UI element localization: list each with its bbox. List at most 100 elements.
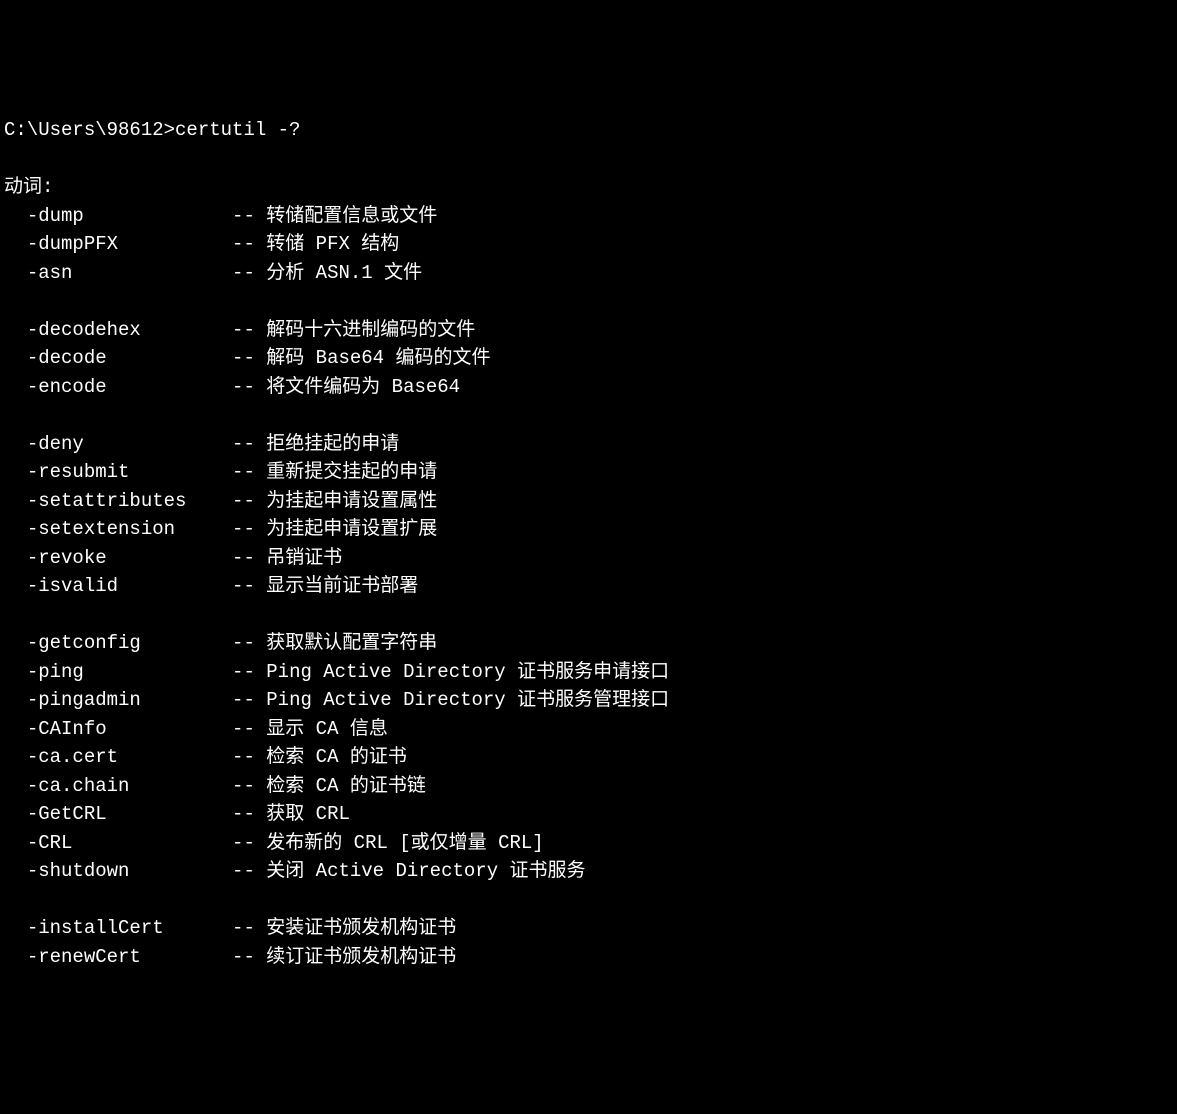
verb-separator: -- (232, 917, 266, 939)
verb-separator: -- (232, 718, 266, 740)
verb-separator: -- (232, 233, 266, 255)
verb-entry: -CRL -- 发布新的 CRL [或仅增量 CRL] (4, 829, 1173, 858)
verb-flag: -setextension (27, 518, 232, 540)
verb-entry: -deny -- 拒绝挂起的申请 (4, 430, 1173, 459)
verb-flag: -revoke (27, 547, 232, 569)
verb-separator: -- (232, 347, 266, 369)
terminal-output[interactable]: C:\Users\98612>certutil -? 动词: -dump -- … (4, 116, 1173, 971)
verb-flag: -CAInfo (27, 718, 232, 740)
verb-description: 显示当前证书部署 (266, 575, 418, 597)
verb-entry: -renewCert -- 续订证书颁发机构证书 (4, 943, 1173, 972)
verb-flag: -GetCRL (27, 803, 232, 825)
verb-flag: -dumpPFX (27, 233, 232, 255)
verb-description: 检索 CA 的证书链 (266, 775, 426, 797)
verb-entry: -asn -- 分析 ASN.1 文件 (4, 259, 1173, 288)
verb-description: 转储配置信息或文件 (266, 205, 437, 227)
verb-separator: -- (232, 946, 266, 968)
verb-description: 吊销证书 (266, 547, 342, 569)
verb-separator: -- (232, 661, 266, 683)
verb-flag: -resubmit (27, 461, 232, 483)
verb-separator: -- (232, 319, 266, 341)
blank-line (4, 601, 1173, 630)
verb-separator: -- (232, 461, 266, 483)
verb-description: 续订证书颁发机构证书 (266, 946, 456, 968)
verb-flag: -isvalid (27, 575, 232, 597)
verb-flag: -decode (27, 347, 232, 369)
verb-entry: -GetCRL -- 获取 CRL (4, 800, 1173, 829)
verb-flag: -asn (27, 262, 232, 284)
verb-entry: -isvalid -- 显示当前证书部署 (4, 572, 1173, 601)
verb-entry: -getconfig -- 获取默认配置字符串 (4, 629, 1173, 658)
verb-description: 显示 CA 信息 (266, 718, 388, 740)
verb-separator: -- (232, 547, 266, 569)
verb-description: 为挂起申请设置属性 (266, 490, 437, 512)
verb-entry: -setattributes -- 为挂起申请设置属性 (4, 487, 1173, 516)
verb-flag: -shutdown (27, 860, 232, 882)
verb-entry: -ping -- Ping Active Directory 证书服务申请接口 (4, 658, 1173, 687)
prompt-command: certutil -? (175, 119, 300, 141)
verb-description: 解码 Base64 编码的文件 (266, 347, 490, 369)
verb-description: 安装证书颁发机构证书 (266, 917, 456, 939)
verb-separator: -- (232, 575, 266, 597)
verb-separator: -- (232, 803, 266, 825)
verb-description: 为挂起申请设置扩展 (266, 518, 437, 540)
verb-description: 解码十六进制编码的文件 (266, 319, 475, 341)
verb-description: 检索 CA 的证书 (266, 746, 407, 768)
verb-separator: -- (232, 376, 266, 398)
blank-line (4, 401, 1173, 430)
verb-separator: -- (232, 262, 266, 284)
verb-flag: -ping (27, 661, 232, 683)
verb-separator: -- (232, 632, 266, 654)
verb-separator: -- (232, 860, 266, 882)
verb-separator: -- (232, 832, 266, 854)
verb-description: 转储 PFX 结构 (266, 233, 399, 255)
command-prompt-line: C:\Users\98612>certutil -? (4, 116, 1173, 145)
verb-flag: -setattributes (27, 490, 232, 512)
verb-description: Ping Active Directory 证书服务申请接口 (266, 661, 669, 683)
verb-description: 将文件编码为 Base64 (266, 376, 460, 398)
verb-flag: -installCert (27, 917, 232, 939)
prompt-path: C:\Users\98612> (4, 119, 175, 141)
verb-entry: -decode -- 解码 Base64 编码的文件 (4, 344, 1173, 373)
verb-separator: -- (232, 490, 266, 512)
verb-description: Ping Active Directory 证书服务管理接口 (266, 689, 669, 711)
verb-flag: -encode (27, 376, 232, 398)
verb-entry: -resubmit -- 重新提交挂起的申请 (4, 458, 1173, 487)
verb-description: 发布新的 CRL [或仅增量 CRL] (266, 832, 543, 854)
verb-separator: -- (232, 205, 266, 227)
blank-line (4, 287, 1173, 316)
verb-flag: -ca.cert (27, 746, 232, 768)
verb-entry: -shutdown -- 关闭 Active Directory 证书服务 (4, 857, 1173, 886)
verb-separator: -- (232, 689, 266, 711)
verb-entry: -revoke -- 吊销证书 (4, 544, 1173, 573)
verb-flag: -renewCert (27, 946, 232, 968)
verb-entry: -encode -- 将文件编码为 Base64 (4, 373, 1173, 402)
verb-entry: -dumpPFX -- 转储 PFX 结构 (4, 230, 1173, 259)
verb-description: 分析 ASN.1 文件 (266, 262, 422, 284)
verb-separator: -- (232, 775, 266, 797)
verb-entry: -ca.cert -- 检索 CA 的证书 (4, 743, 1173, 772)
verb-entry: -pingadmin -- Ping Active Directory 证书服务… (4, 686, 1173, 715)
verb-entry: -setextension -- 为挂起申请设置扩展 (4, 515, 1173, 544)
verb-flag: -pingadmin (27, 689, 232, 711)
verb-flag: -dump (27, 205, 232, 227)
verb-flag: -ca.chain (27, 775, 232, 797)
verb-entry: -dump -- 转储配置信息或文件 (4, 202, 1173, 231)
verb-description: 关闭 Active Directory 证书服务 (266, 860, 585, 882)
blank-line (4, 886, 1173, 915)
verb-separator: -- (232, 518, 266, 540)
verb-flag: -deny (27, 433, 232, 455)
verb-entry: -ca.chain -- 检索 CA 的证书链 (4, 772, 1173, 801)
verb-flag: -getconfig (27, 632, 232, 654)
verb-entry: -installCert -- 安装证书颁发机构证书 (4, 914, 1173, 943)
verb-description: 获取默认配置字符串 (266, 632, 437, 654)
verb-description: 获取 CRL (266, 803, 350, 825)
verb-entry: -CAInfo -- 显示 CA 信息 (4, 715, 1173, 744)
verb-separator: -- (232, 433, 266, 455)
verb-description: 拒绝挂起的申请 (266, 433, 399, 455)
verb-separator: -- (232, 746, 266, 768)
verb-flag: -decodehex (27, 319, 232, 341)
verb-entry: -decodehex -- 解码十六进制编码的文件 (4, 316, 1173, 345)
verb-flag: -CRL (27, 832, 232, 854)
verbs-header: 动词: (4, 173, 1173, 202)
